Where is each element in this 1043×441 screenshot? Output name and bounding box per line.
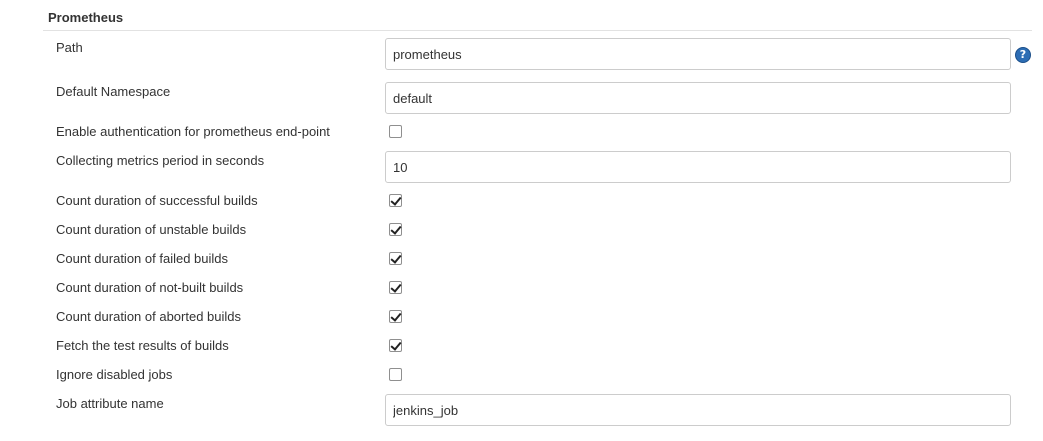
count-successful-label: Count duration of successful builds	[56, 193, 258, 208]
help-icon[interactable]: ?	[1015, 47, 1031, 63]
ignore-disabled-checkbox[interactable]	[389, 368, 402, 381]
job-attribute-name-input[interactable]	[385, 394, 1011, 426]
count-unstable-checkbox[interactable]	[389, 223, 402, 236]
count-not-built-label: Count duration of not-built builds	[56, 280, 244, 295]
path-input[interactable]	[385, 38, 1011, 70]
count-aborted-label: Count duration of aborted builds	[56, 309, 242, 324]
section-divider	[43, 30, 1032, 31]
enable-auth-label: Enable authentication for prometheus end…	[56, 124, 330, 139]
enable-auth-checkbox[interactable]	[389, 125, 402, 138]
collecting-period-label: Collecting metrics period in seconds	[56, 153, 265, 168]
count-failed-checkbox[interactable]	[389, 252, 402, 265]
count-unstable-label: Count duration of unstable builds	[56, 222, 247, 237]
count-failed-label: Count duration of failed builds	[56, 251, 229, 266]
count-aborted-checkbox[interactable]	[389, 310, 402, 323]
section-title: Prometheus	[48, 10, 124, 25]
job-attribute-name-label: Job attribute name	[56, 396, 164, 411]
count-not-built-checkbox[interactable]	[389, 281, 402, 294]
count-successful-checkbox[interactable]	[389, 194, 402, 207]
default-namespace-label: Default Namespace	[56, 84, 171, 99]
fetch-test-results-checkbox[interactable]	[389, 339, 402, 352]
prometheus-config-section: Prometheus Path ? Default Namespace Enab…	[0, 0, 1043, 441]
path-label: Path	[56, 40, 83, 55]
fetch-test-results-label: Fetch the test results of builds	[56, 338, 229, 353]
collecting-period-input[interactable]	[385, 151, 1011, 183]
default-namespace-input[interactable]	[385, 82, 1011, 114]
ignore-disabled-label: Ignore disabled jobs	[56, 367, 173, 382]
